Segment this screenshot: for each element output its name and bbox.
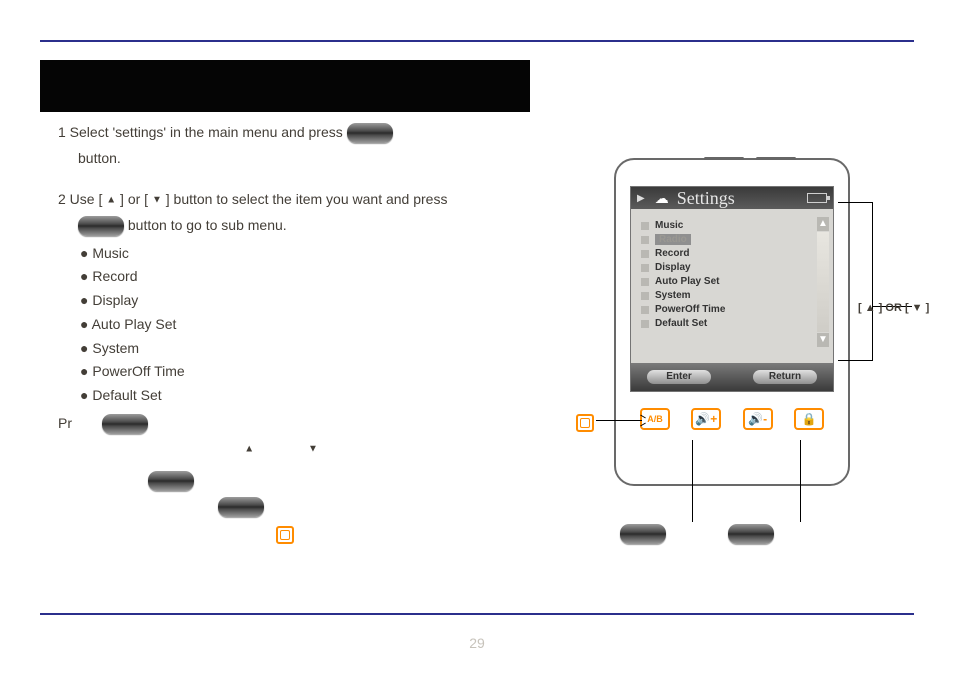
hardware-lock-button[interactable]: 🔒: [794, 408, 824, 430]
softkey-bar: Enter Return: [631, 363, 833, 391]
list-item-selected[interactable]: Radio: [641, 234, 813, 245]
status-bar: ▶ ☁ Settings: [631, 187, 833, 209]
list-item: Auto Play Set: [80, 314, 518, 336]
step-2-cont: button to go to sub menu.: [78, 215, 518, 237]
step-2-tail: ] button to select the item you want and…: [166, 191, 448, 207]
scroll-down-icon[interactable]: ▼: [817, 333, 829, 347]
confirm-pill-line: [148, 470, 518, 492]
list-item-label: Music: [655, 220, 683, 231]
step-1-line: 1 Select 'settings' in the main menu and…: [58, 122, 518, 144]
list-item-label: PowerOff Time: [655, 304, 725, 315]
step-2-lead: 2 Use [: [58, 191, 102, 207]
list-item[interactable]: PowerOff Time: [641, 304, 813, 315]
play-icon: ▶: [637, 193, 645, 204]
ab-callout-icon: [576, 414, 594, 432]
press-line: Pr ess button to confirm or return to pr…: [58, 413, 518, 435]
list-item-label: Record: [655, 248, 689, 259]
device-top-button: [704, 157, 744, 160]
callout-line: [692, 440, 693, 522]
list-item: PowerOff Time: [80, 361, 518, 383]
ab-icon: [276, 526, 294, 544]
button-pill: [218, 497, 264, 517]
section-heading-bar: [40, 60, 530, 112]
bracket-line: [838, 202, 872, 203]
device-outline: ▶ ☁ Settings Music Radio Record Display …: [614, 158, 850, 486]
callout-line: [800, 440, 801, 522]
press-label: Pr: [58, 415, 72, 431]
list-item-label: Auto Play Set: [655, 276, 719, 287]
exit-line: [218, 496, 518, 518]
screen-title: Settings: [677, 188, 735, 209]
list-item[interactable]: Auto Play Set: [641, 276, 813, 287]
list-item: Music: [80, 243, 518, 265]
button-pill: [347, 123, 393, 143]
device-top-button: [756, 157, 796, 160]
up-triangle-icon: ▲: [106, 195, 116, 206]
list-item-label: Radio: [655, 234, 691, 245]
step-2-line: 2 Use [ ▲ ] or [ ▼ ] button to select th…: [58, 189, 518, 211]
list-item: System: [80, 338, 518, 360]
scroll-track[interactable]: [817, 232, 829, 332]
list-item[interactable]: Default Set: [641, 318, 813, 329]
button-pill: [102, 414, 148, 434]
list-item[interactable]: System: [641, 290, 813, 301]
softkey-enter[interactable]: Enter: [647, 370, 711, 384]
hw-label: 🔊+: [695, 412, 717, 426]
callout-line: [596, 420, 642, 421]
list-item: Default Set: [80, 385, 518, 407]
scroll-up-icon[interactable]: ▲: [817, 217, 829, 231]
ab-inline-icon-line: [276, 523, 518, 545]
callout-pill-left: [620, 524, 666, 544]
battery-icon: [807, 193, 827, 203]
scrollbar[interactable]: ▲ ▼: [817, 217, 829, 347]
hardware-button-row: A/B 🔊+ 🔊- 🔒: [640, 408, 824, 430]
side-nav-label: [ ▲ ] OR [ ▼ ]: [858, 302, 929, 314]
page-number: 29: [432, 635, 522, 651]
step-1-cont: button.: [78, 148, 518, 170]
hw-label: 🔒: [802, 412, 817, 426]
step-3-line: 3 Use [ ▲ ] or [ ▼: [58, 438, 518, 460]
top-rule: [40, 40, 914, 42]
list-item: Record: [80, 266, 518, 288]
button-pill: [148, 471, 194, 491]
list-item-label: Display: [655, 262, 691, 273]
settings-menu-list: Music Radio Record Display Auto Play Set…: [641, 217, 813, 332]
ab-icon: [576, 414, 594, 432]
bracket-line: [872, 202, 873, 361]
hardware-volume-up[interactable]: 🔊+: [691, 408, 721, 430]
step-2-mid: ] or [: [120, 191, 148, 207]
callout-pill-right: [728, 524, 774, 544]
hardware-ab-button[interactable]: A/B: [640, 408, 670, 430]
down-triangle-icon: ▼: [152, 195, 162, 206]
settings-bullet-list: Music Record Display Auto Play Set Syste…: [80, 243, 518, 407]
up-triangle-icon: ▲: [244, 444, 254, 455]
step-2-cont-text: button to go to sub menu.: [128, 217, 287, 233]
bottom-rule: [40, 613, 914, 615]
list-item[interactable]: Record: [641, 248, 813, 259]
list-item-label: Default Set: [655, 318, 707, 329]
list-item: Display: [80, 290, 518, 312]
hw-label: 🔊-: [748, 412, 767, 426]
hardware-volume-down[interactable]: 🔊-: [743, 408, 773, 430]
instruction-column: 1 Select 'settings' in the main menu and…: [58, 122, 518, 549]
button-pill: [78, 216, 124, 236]
bracket-line: [838, 360, 872, 361]
softkey-return[interactable]: Return: [753, 370, 817, 384]
hw-label: A/B: [647, 414, 663, 424]
step-1-text: 1 Select 'settings' in the main menu and…: [58, 124, 343, 140]
list-item-label: System: [655, 290, 691, 301]
down-triangle-icon: ▼: [308, 444, 318, 455]
cloud-icon: ☁: [655, 190, 669, 207]
list-item[interactable]: Display: [641, 262, 813, 273]
list-item[interactable]: Music: [641, 220, 813, 231]
device-screen: ▶ ☁ Settings Music Radio Record Display …: [630, 186, 834, 392]
